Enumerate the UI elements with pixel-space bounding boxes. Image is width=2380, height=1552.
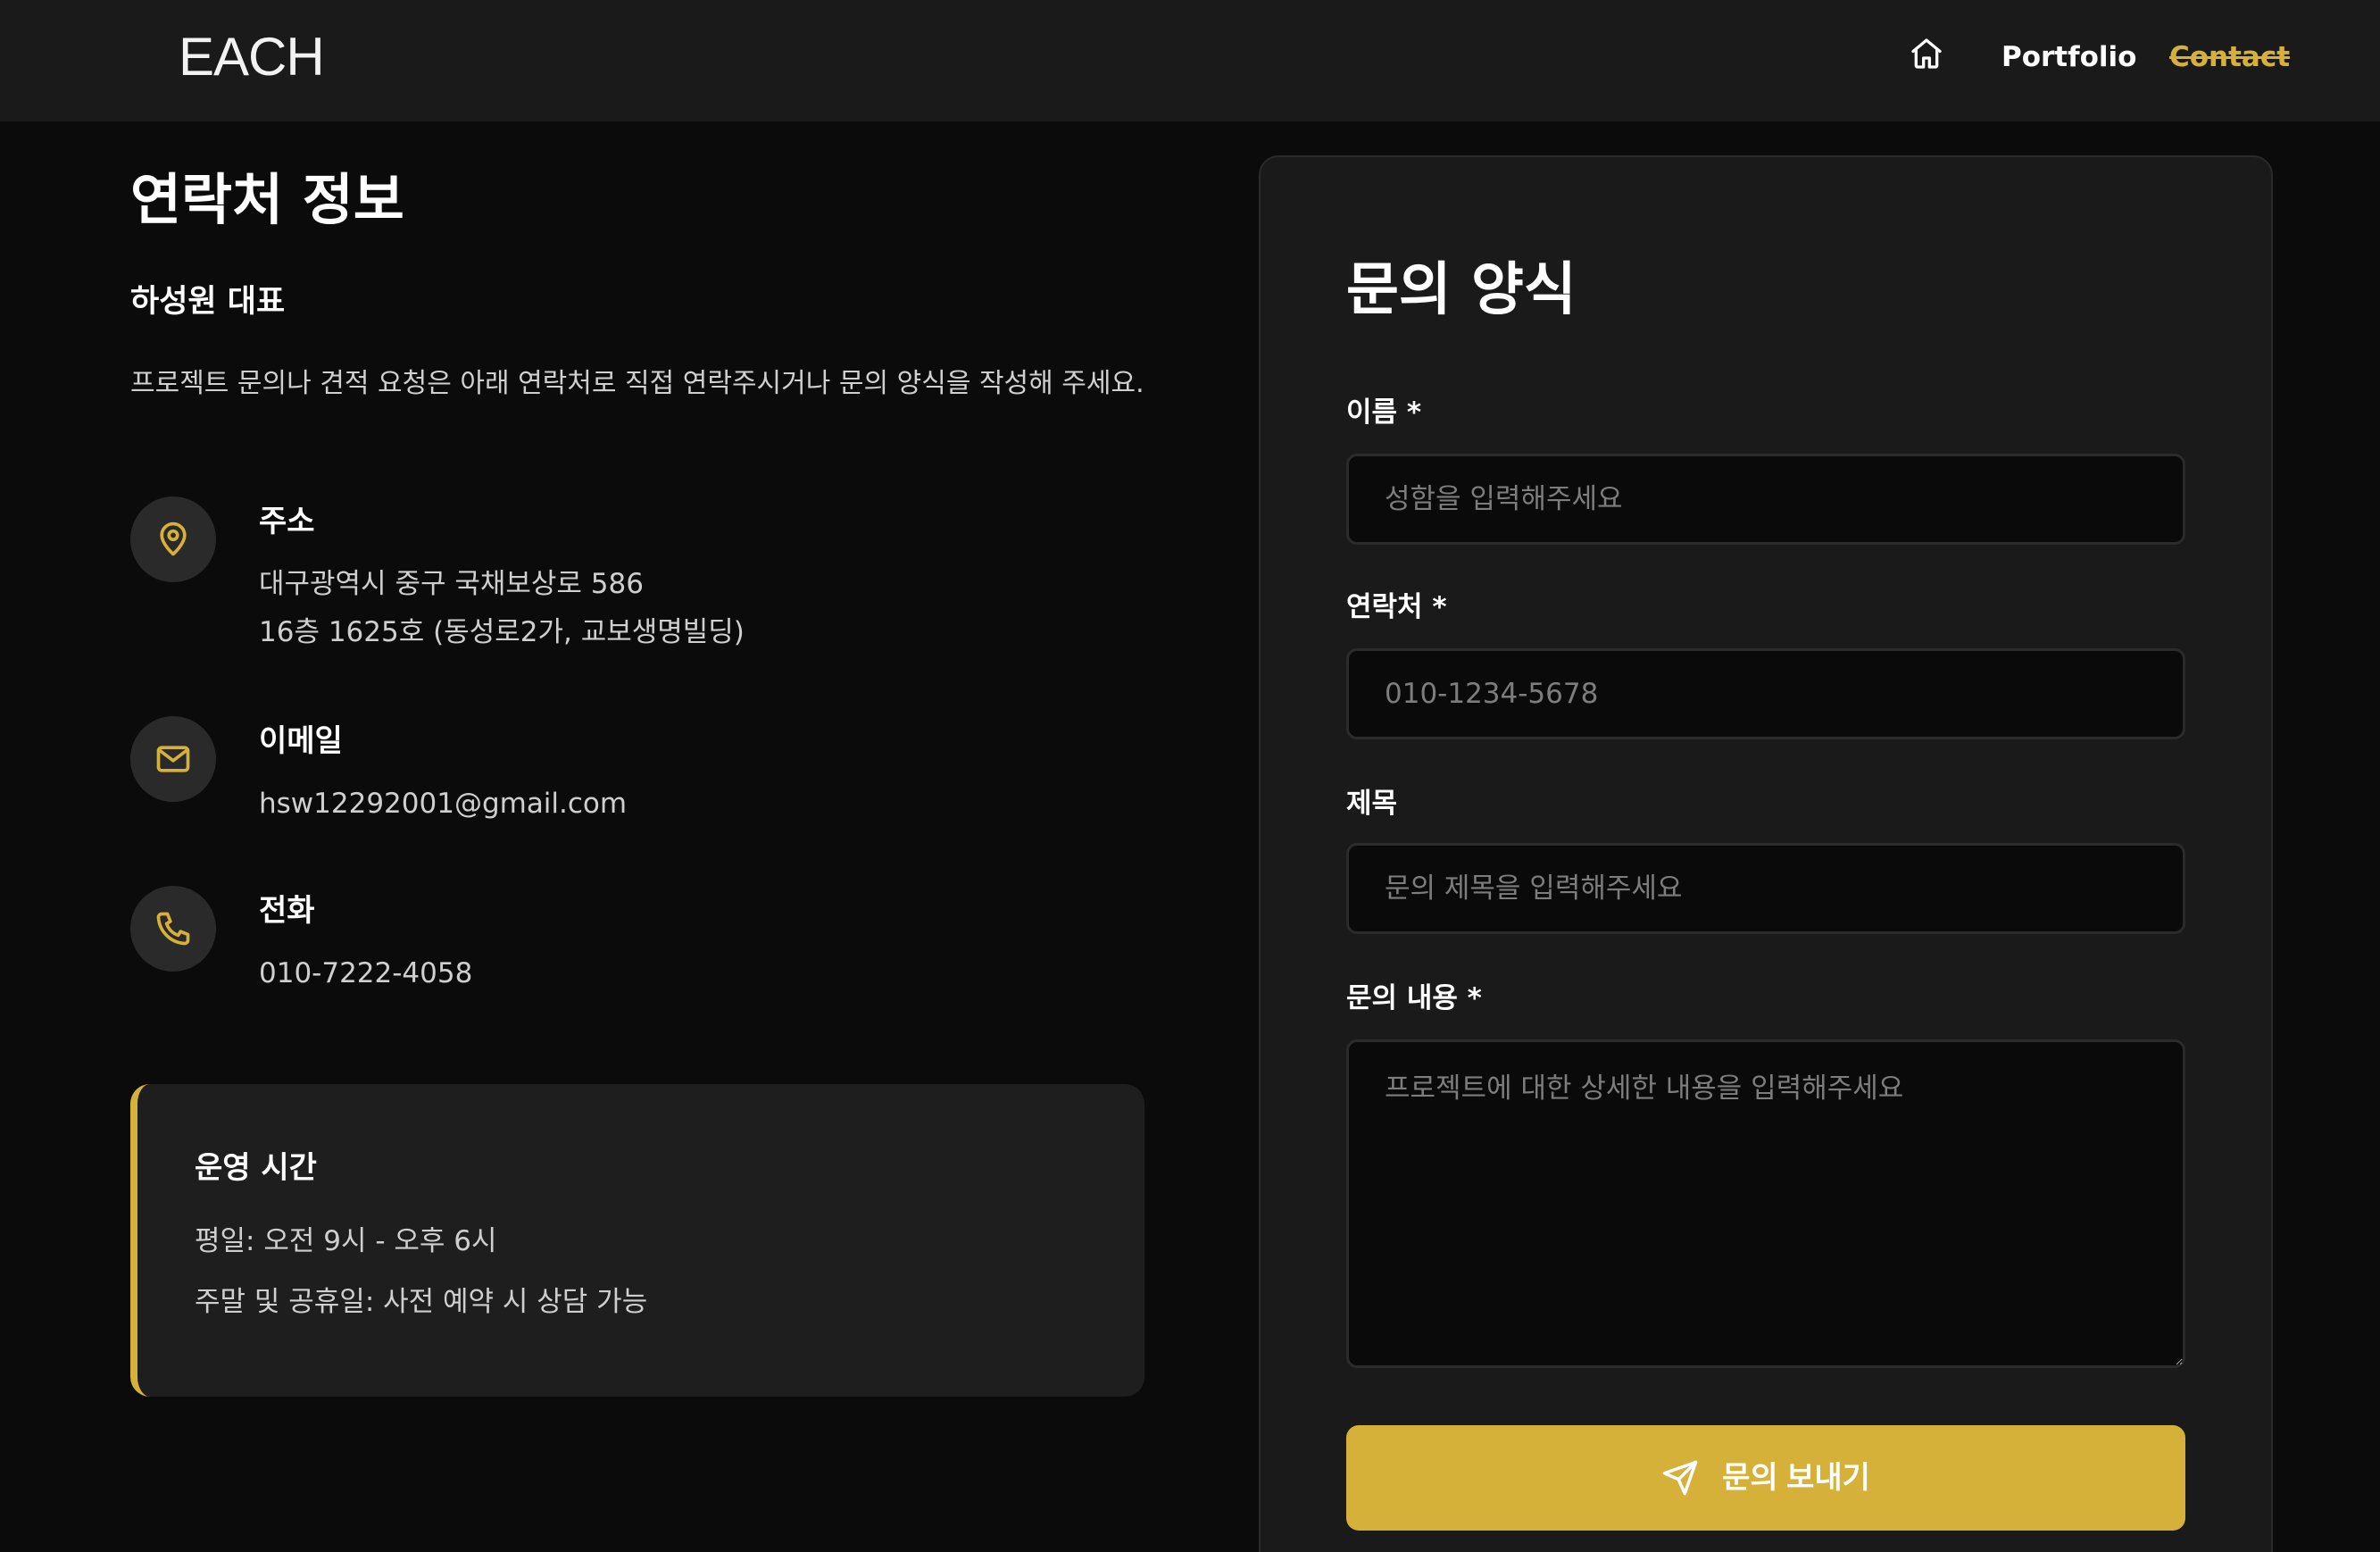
weekend-hours: 주말 및 공휴일: 사전 예약 시 상담 가능 [195, 1286, 648, 1318]
phone-label: 전화 [259, 893, 315, 929]
contact-info-title: 연락처 정보 [130, 167, 404, 232]
email-icon-badge [130, 716, 216, 802]
phone-field-label: 연락처 * [1346, 591, 1447, 623]
send-icon [1662, 1460, 1698, 1496]
email-value[interactable]: hsw12292001@gmail.com [259, 786, 627, 822]
home-icon [1911, 38, 1942, 69]
contact-description: 프로젝트 문의나 견적 요청은 아래 연락처로 직접 연락주시거나 문의 양식을… [130, 368, 1144, 399]
address-label: 주소 [259, 504, 315, 539]
map-pin-icon [160, 522, 187, 556]
representative-name: 하성원 대표 [130, 284, 286, 320]
mail-icon [156, 746, 190, 772]
subject-input[interactable] [1346, 843, 2185, 934]
message-textarea[interactable] [1346, 1039, 2185, 1368]
phone-icon-badge [130, 886, 216, 972]
address-line-2: 16층 1625호 (동성로2가, 교보생명빌딩) [259, 616, 745, 648]
business-hours-title: 운영 시간 [195, 1150, 317, 1186]
name-label: 이름 * [1346, 396, 1422, 429]
nav-contact-link[interactable]: Contact [2169, 39, 2290, 75]
phone-input[interactable] [1346, 648, 2185, 739]
phone-icon [156, 912, 190, 946]
email-label: 이메일 [259, 723, 343, 759]
message-label: 문의 내용 * [1346, 982, 1482, 1014]
site-logo[interactable]: EACH [179, 25, 325, 89]
address-line-1: 대구광역시 중구 국채보상로 586 [259, 568, 644, 600]
nav-home-link[interactable] [1907, 34, 1946, 73]
contact-page: EACH Portfolio Contact 연락처 정보 하성원 대표 프로젝… [0, 0, 2380, 1552]
name-input[interactable] [1346, 454, 2185, 545]
weekday-hours: 평일: 오전 9시 - 오후 6시 [195, 1225, 497, 1257]
phone-value[interactable]: 010-7222-4058 [259, 955, 472, 991]
top-header: EACH Portfolio Contact [0, 0, 2380, 121]
address-icon-badge [130, 496, 216, 582]
inquiry-form-title: 문의 양식 [1346, 257, 1577, 323]
submit-inquiry-button[interactable]: 문의 보내기 [1346, 1425, 2185, 1531]
submit-button-label: 문의 보내기 [1722, 1461, 1870, 1495]
subject-label: 제목 [1346, 788, 1398, 820]
nav-portfolio-link[interactable]: Portfolio [2001, 39, 2136, 75]
